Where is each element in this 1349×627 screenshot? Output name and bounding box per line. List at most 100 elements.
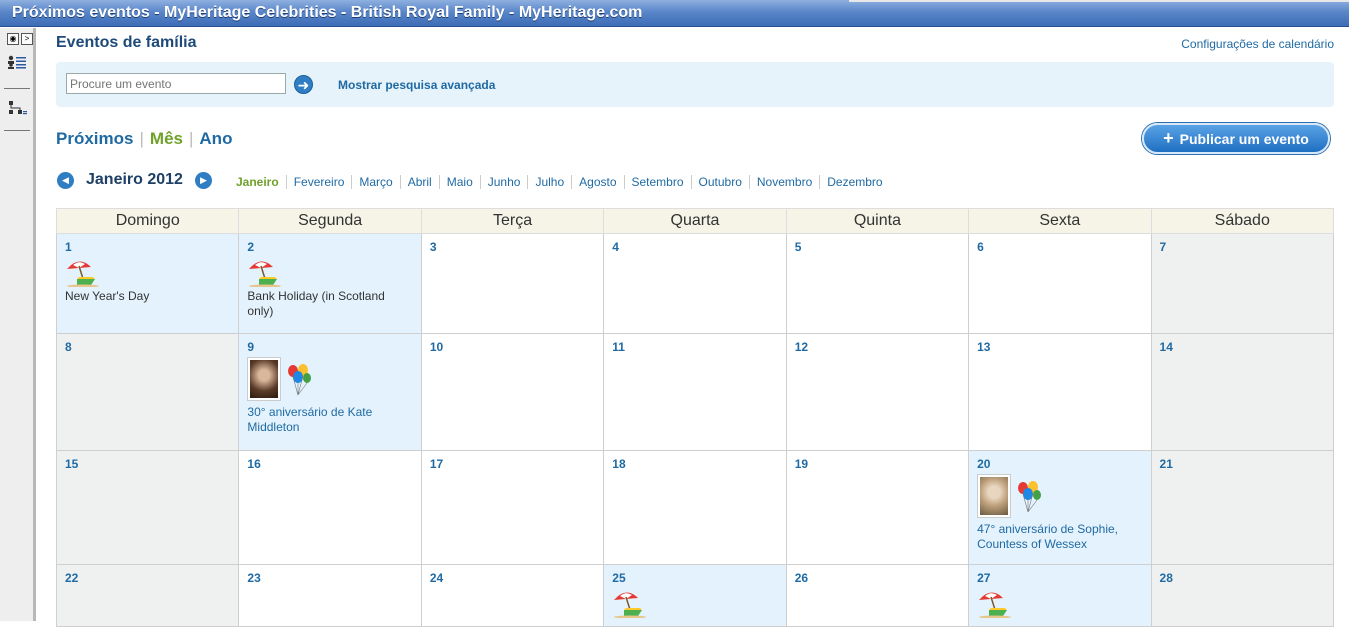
people-list-icon[interactable] bbox=[6, 54, 28, 70]
day-number[interactable]: 17 bbox=[430, 457, 595, 471]
event-link[interactable]: 30° aniversário de Kate Middleton bbox=[247, 405, 412, 435]
chevron-left-icon: ◀ bbox=[62, 175, 69, 185]
day-number[interactable]: 3 bbox=[430, 240, 595, 254]
calendar-day-cell[interactable]: 5 bbox=[785, 233, 970, 334]
publish-event-button[interactable]: + Publicar um evento bbox=[1142, 123, 1330, 154]
chevron-right-icon: ▶ bbox=[200, 175, 207, 185]
day-number[interactable]: 4 bbox=[612, 240, 777, 254]
day-number[interactable]: 1 bbox=[65, 240, 230, 254]
calendar-day-cell[interactable]: 4 bbox=[603, 233, 787, 334]
day-number[interactable]: 2 bbox=[247, 240, 412, 254]
publish-event-label: Publicar um evento bbox=[1179, 131, 1309, 147]
calendar-day-cell[interactable]: 19 bbox=[785, 450, 970, 565]
day-number[interactable]: 27 bbox=[977, 571, 1142, 585]
tab-upcoming[interactable]: Próximos bbox=[56, 129, 133, 148]
day-number[interactable]: 11 bbox=[612, 340, 777, 354]
day-number[interactable]: 25 bbox=[612, 571, 777, 585]
left-toolbar: ◉ > bbox=[0, 28, 36, 621]
tab-separator: | bbox=[139, 129, 144, 148]
calendar-day-cell[interactable]: 15 bbox=[55, 450, 240, 565]
radio-toggle-icon[interactable]: ◉ bbox=[7, 33, 19, 45]
weekday-header: Sexta bbox=[968, 208, 1152, 234]
month-link-10[interactable]: Novembro bbox=[748, 175, 820, 189]
titlebar-edge bbox=[849, 0, 1349, 2]
day-number[interactable]: 26 bbox=[795, 571, 960, 585]
calendar-day-cell[interactable]: 6 bbox=[968, 233, 1152, 334]
tab-separator: | bbox=[188, 129, 194, 148]
day-number[interactable]: 14 bbox=[1160, 340, 1325, 354]
month-link-6[interactable]: Julho bbox=[527, 175, 572, 189]
calendar-day-cell[interactable]: 7 bbox=[1150, 233, 1335, 334]
toolbar-divider bbox=[4, 130, 30, 131]
month-link-7[interactable]: Agosto bbox=[571, 175, 624, 189]
day-number[interactable]: 22 bbox=[65, 571, 230, 585]
calendar-day-cell[interactable]: 18 bbox=[603, 450, 787, 565]
month-link-4[interactable]: Maio bbox=[438, 175, 480, 189]
month-link-5[interactable]: Junho bbox=[479, 175, 528, 189]
month-links: Janeiro Fevereiro Março Abril Maio Junho Julho… bbox=[236, 175, 890, 189]
month-link-0[interactable]: Janeiro bbox=[236, 175, 286, 189]
tab-month[interactable]: Mês bbox=[150, 129, 183, 148]
calendar-day-cell[interactable]: 17 bbox=[420, 450, 605, 565]
day-number[interactable]: 7 bbox=[1160, 240, 1325, 254]
day-number[interactable]: 13 bbox=[977, 340, 1142, 354]
calendar-day-cell[interactable]: 14 bbox=[1150, 333, 1335, 451]
calendar-day-cell[interactable]: 3 bbox=[420, 233, 605, 334]
day-number[interactable]: 12 bbox=[795, 340, 960, 354]
search-go-button[interactable]: ➜ bbox=[294, 75, 313, 94]
calendar-day-cell[interactable]: 20 47° aniversário de Sophie, Countess of… bbox=[968, 450, 1152, 565]
day-number[interactable]: 18 bbox=[612, 457, 777, 471]
birthday-balloons-icon bbox=[288, 364, 312, 396]
calendar-day-cell[interactable]: 28 bbox=[1150, 564, 1335, 627]
calendar-day-cell[interactable]: 13 bbox=[968, 333, 1152, 451]
person-photo[interactable] bbox=[977, 474, 1012, 518]
calendar-day-cell[interactable]: 21 bbox=[1150, 450, 1335, 565]
calendar-day-cell[interactable]: 12 bbox=[785, 333, 970, 451]
month-link-8[interactable]: Setembro bbox=[623, 175, 691, 189]
calendar-day-cell[interactable]: 8 bbox=[55, 333, 240, 451]
month-link-3[interactable]: Abril bbox=[399, 175, 439, 189]
expand-arrow-icon[interactable]: > bbox=[21, 33, 33, 45]
family-tree-icon[interactable] bbox=[6, 100, 28, 116]
calendar-day-cell[interactable]: 9 30° aniversário de Kate Middleton bbox=[238, 333, 422, 451]
beach-umbrella-icon bbox=[249, 261, 282, 287]
day-number[interactable]: 16 bbox=[247, 457, 412, 471]
day-number[interactable]: 15 bbox=[65, 457, 230, 471]
month-link-1[interactable]: Fevereiro bbox=[285, 175, 352, 189]
day-number[interactable]: 20 bbox=[977, 457, 1142, 471]
calendar-day-cell[interactable]: 25 bbox=[603, 564, 787, 627]
day-number[interactable]: 24 bbox=[430, 571, 595, 585]
calendar-day-cell[interactable]: 16 bbox=[238, 450, 422, 565]
day-number[interactable]: 8 bbox=[65, 340, 230, 354]
event-search-input[interactable] bbox=[66, 73, 286, 94]
calendar-day-cell[interactable]: 27 bbox=[968, 564, 1152, 627]
day-number[interactable]: 6 bbox=[977, 240, 1142, 254]
calendar-day-cell[interactable]: 11 bbox=[603, 333, 787, 451]
calendar-day-cell[interactable]: 2 Bank Holiday (in Scotland only) bbox=[238, 233, 422, 334]
calendar-day-cell[interactable]: 10 bbox=[420, 333, 605, 451]
calendar-day-cell[interactable]: 26 bbox=[785, 564, 970, 627]
day-number[interactable]: 28 bbox=[1160, 571, 1325, 585]
event-link[interactable]: 47° aniversário de Sophie, Countess of W… bbox=[977, 522, 1142, 552]
day-number[interactable]: 9 bbox=[247, 340, 412, 354]
tab-year[interactable]: Ano bbox=[199, 129, 232, 148]
day-number[interactable]: 21 bbox=[1160, 457, 1325, 471]
day-number[interactable]: 5 bbox=[795, 240, 960, 254]
person-photo[interactable] bbox=[247, 357, 282, 401]
day-number[interactable]: 19 bbox=[795, 457, 960, 471]
month-link-11[interactable]: Dezembro bbox=[819, 175, 890, 189]
calendar-day-cell[interactable]: 22 bbox=[55, 564, 240, 627]
prev-month-button[interactable]: ◀ bbox=[57, 172, 74, 189]
calendar-day-cell[interactable]: 24 bbox=[420, 564, 605, 627]
day-number[interactable]: 23 bbox=[247, 571, 412, 585]
month-link-2[interactable]: Março bbox=[351, 175, 400, 189]
day-number[interactable]: 10 bbox=[430, 340, 595, 354]
toolbar-divider bbox=[4, 88, 30, 89]
next-month-button[interactable]: ▶ bbox=[195, 172, 212, 189]
calendar-day-cell[interactable]: 1 New Year's Day bbox=[55, 233, 240, 334]
advanced-search-link[interactable]: Mostrar pesquisa avançada bbox=[338, 78, 495, 92]
month-link-9[interactable]: Outubro bbox=[690, 175, 749, 189]
beach-umbrella-icon bbox=[67, 261, 99, 287]
calendar-day-cell[interactable]: 23 bbox=[238, 564, 422, 627]
calendar-settings-link[interactable]: Configurações de calendário bbox=[1181, 37, 1334, 51]
